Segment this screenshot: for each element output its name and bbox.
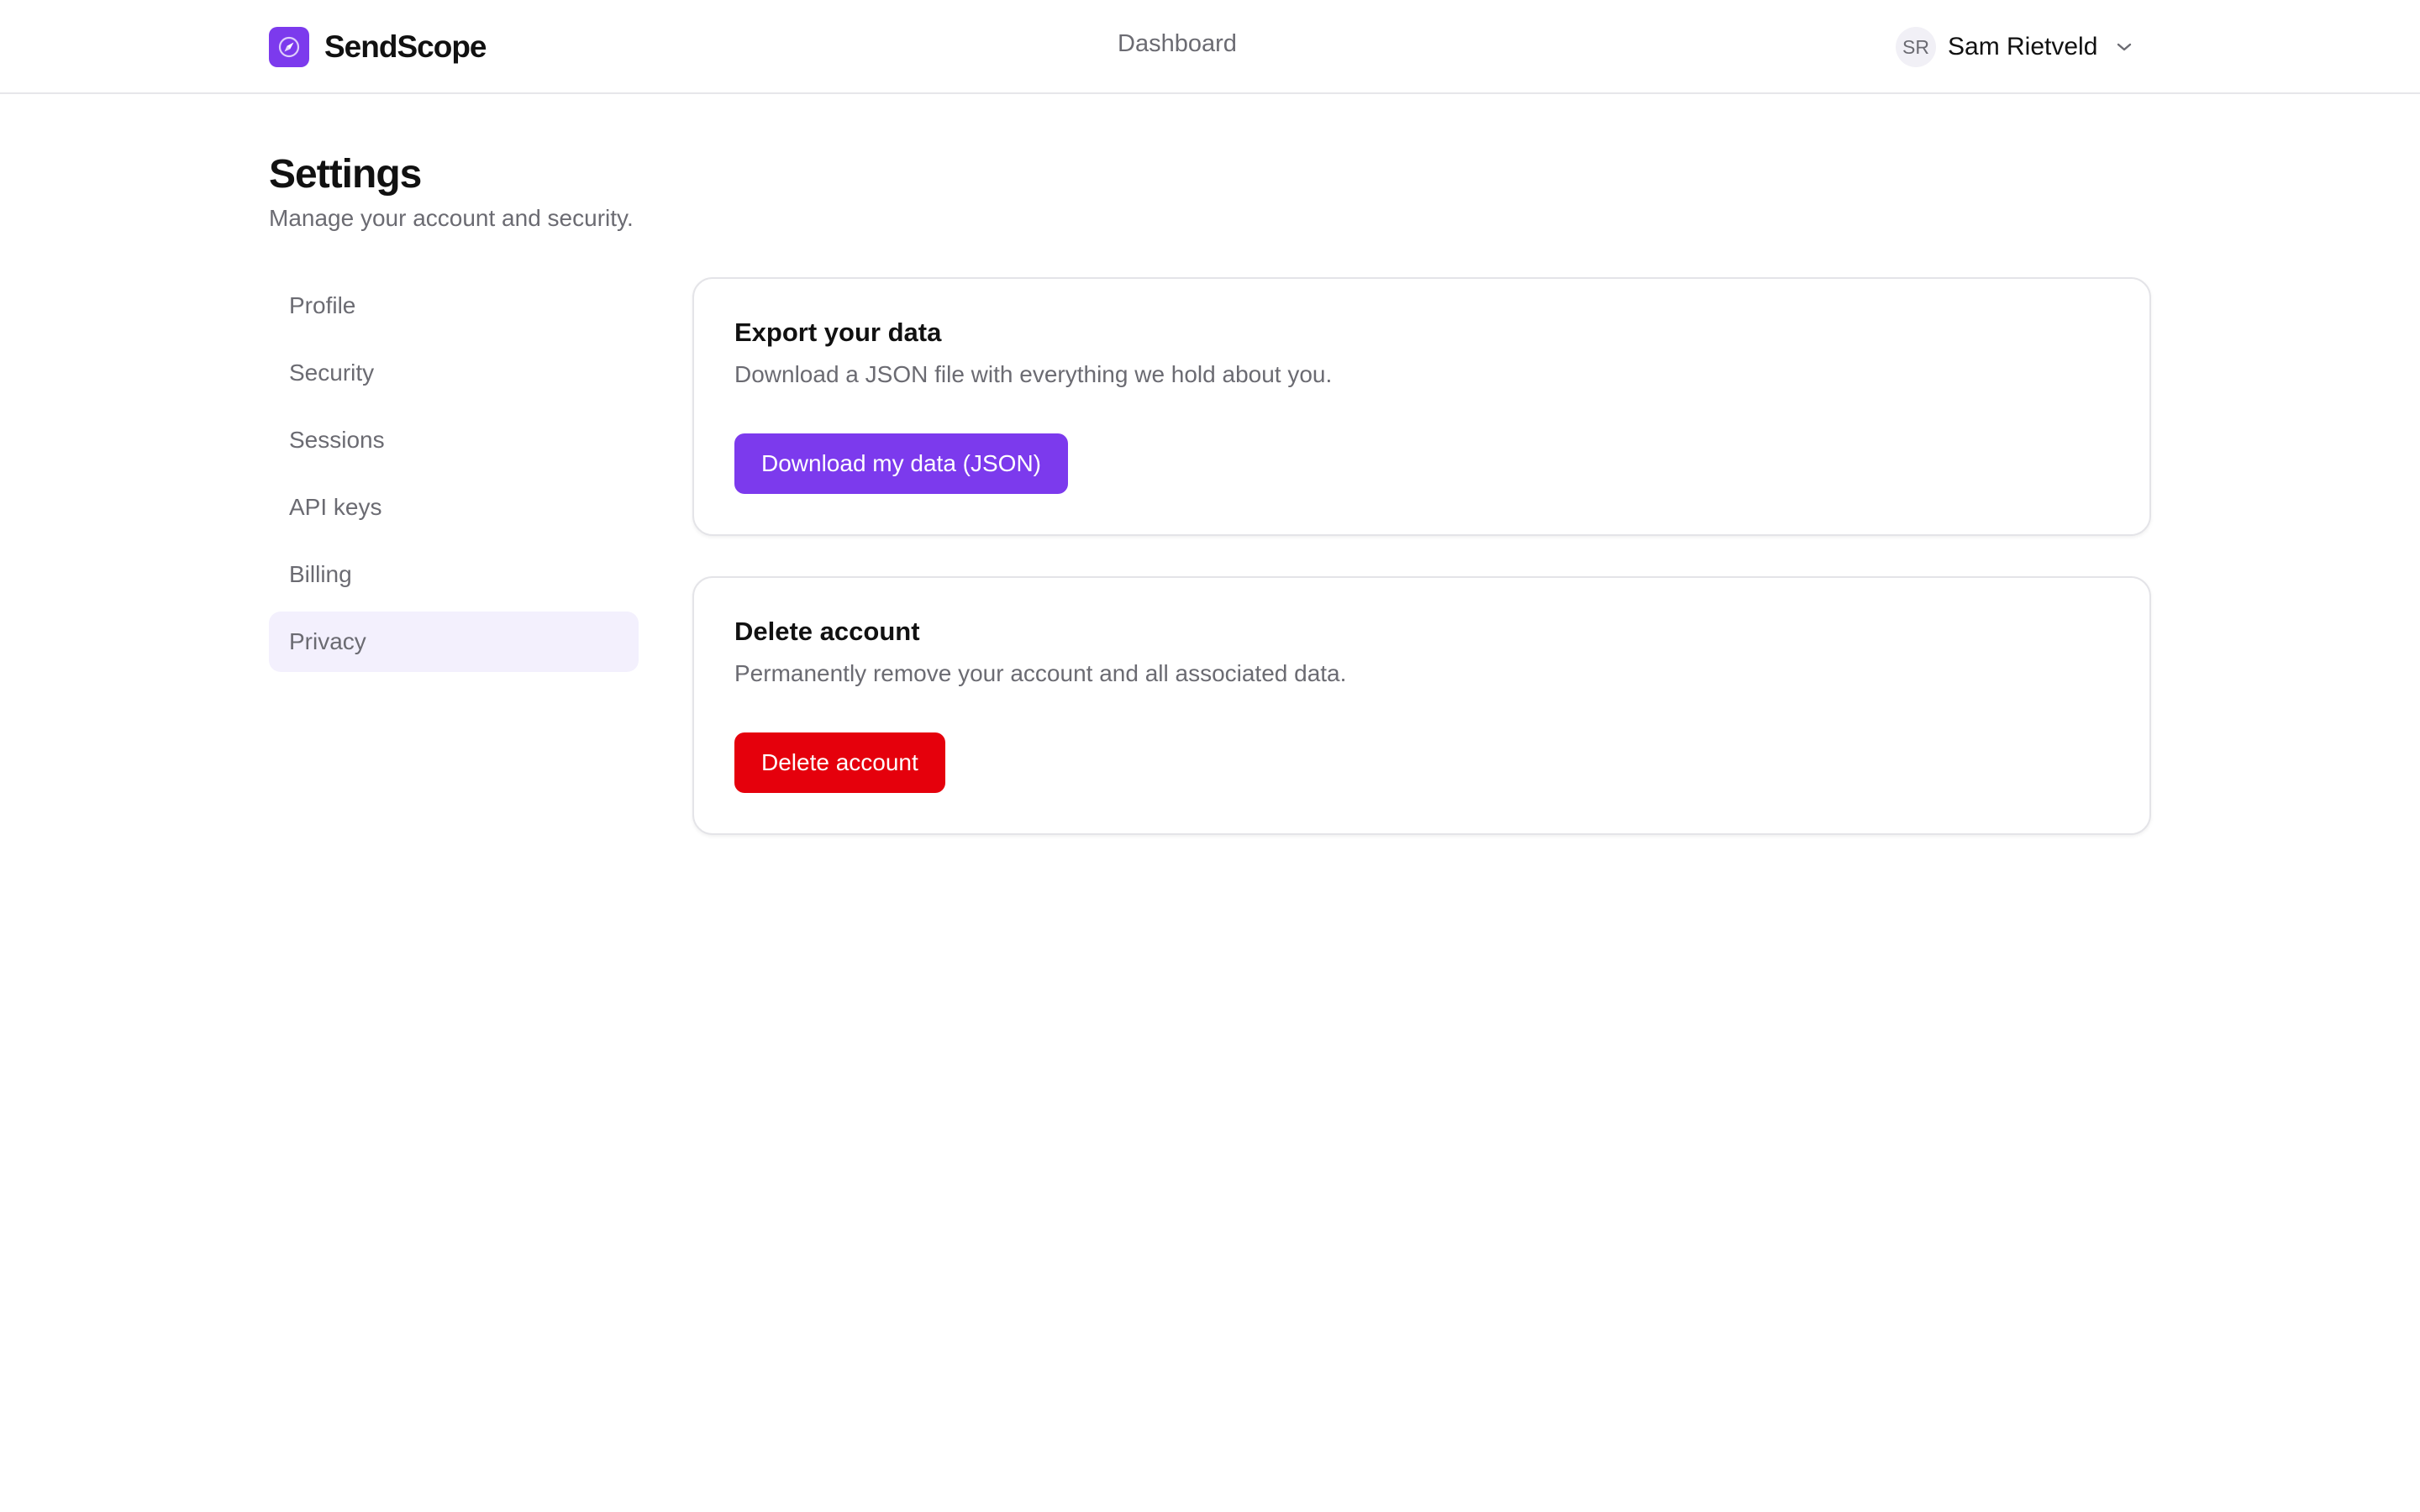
export-data-card: Export your data Download a JSON file wi…: [692, 277, 2151, 536]
sidebar-item-sessions[interactable]: Sessions: [269, 410, 639, 470]
compass-icon: [269, 27, 309, 67]
delete-card-title: Delete account: [734, 617, 920, 646]
sidebar-item-billing[interactable]: Billing: [269, 544, 639, 605]
user-name: Sam Rietveld: [1948, 33, 2098, 60]
user-menu[interactable]: SR Sam Rietveld: [1896, 27, 2134, 67]
page-subtitle: Manage your account and security.: [269, 205, 634, 231]
export-card-description: Download a JSON file with everything we …: [734, 361, 1333, 387]
chevron-down-icon: [2114, 37, 2134, 57]
settings-sidebar: Profile Security Sessions API keys Billi…: [269, 276, 639, 679]
sidebar-item-security[interactable]: Security: [269, 343, 639, 403]
sidebar-item-profile[interactable]: Profile: [269, 276, 639, 336]
avatar: SR: [1896, 27, 1936, 67]
delete-account-button[interactable]: Delete account: [734, 732, 945, 793]
brand[interactable]: SendScope: [269, 27, 487, 67]
nav-link-dashboard[interactable]: Dashboard: [1118, 30, 1237, 58]
export-card-title: Export your data: [734, 318, 942, 347]
sidebar-item-privacy[interactable]: Privacy: [269, 612, 639, 672]
brand-name: SendScope: [324, 29, 487, 64]
delete-card-description: Permanently remove your account and all …: [734, 660, 1347, 686]
delete-account-card: Delete account Permanently remove your a…: [692, 576, 2151, 835]
top-bar: SendScope Dashboard SR Sam Rietveld: [0, 0, 2420, 94]
page-title: Settings: [269, 152, 422, 197]
download-data-button[interactable]: Download my data (JSON): [734, 433, 1069, 494]
sidebar-item-api-keys[interactable]: API keys: [269, 477, 639, 538]
